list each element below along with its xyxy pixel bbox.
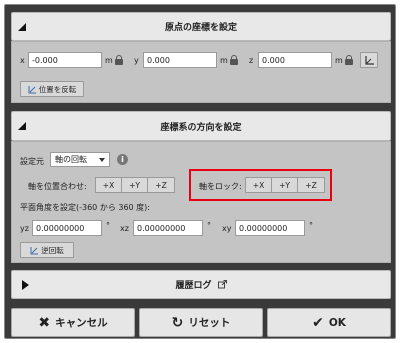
y-coordinate-input[interactable]: 0.000	[143, 52, 217, 68]
xz-angle-input[interactable]: 0.00000000	[133, 220, 203, 236]
info-icon[interactable]: i	[117, 154, 128, 165]
align-plus-x-button[interactable]: +X	[96, 178, 122, 192]
flip-position-button[interactable]: 位置を反転	[20, 81, 84, 97]
xz-degree-label: °	[207, 221, 211, 230]
orientation-panel-body: 設定元 軸の回転 i 軸を位置合わせ: +X +Y +Z 軸をロック: +X +…	[11, 141, 391, 263]
external-link-icon[interactable]	[217, 280, 227, 289]
z-label: z	[249, 56, 254, 65]
z-lock-icon[interactable]	[345, 55, 353, 65]
ok-button[interactable]: ✔ OK	[267, 308, 391, 337]
flip-position-label: 位置を反転	[38, 84, 77, 94]
reset-button-label: リセット	[188, 317, 231, 329]
xy-degree-label: °	[309, 221, 313, 230]
setting-source-value: 軸の回転	[55, 155, 87, 164]
align-plus-z-button[interactable]: +Z	[148, 178, 174, 192]
ok-button-label: OK	[328, 316, 346, 329]
y-lock-icon[interactable]	[230, 55, 238, 65]
orientation-panel-header[interactable]: 座標系の方向を設定	[11, 111, 391, 141]
align-axis-buttons: +X +Y +Z	[95, 177, 175, 193]
z-coordinate-input[interactable]: 0.000	[258, 52, 332, 68]
lock-plus-x-button[interactable]: +X	[246, 178, 272, 192]
z-unit-label: m	[335, 56, 343, 65]
orientation-panel-title: 座標系の方向を設定	[160, 122, 242, 133]
reverse-rotation-label: 逆回転	[41, 245, 64, 255]
expand-triangle-icon[interactable]	[22, 279, 29, 290]
yz-angle-input[interactable]: 0.00000000	[32, 220, 102, 236]
lock-plus-z-button[interactable]: +Z	[298, 178, 324, 192]
collapse-triangle-icon[interactable]	[18, 22, 26, 31]
x-coordinate-input[interactable]: -0.000	[28, 52, 102, 68]
yz-degree-label: °	[106, 221, 110, 230]
x-unit-label: m	[105, 56, 113, 65]
align-plus-y-button[interactable]: +Y	[122, 178, 148, 192]
checkmark-icon: ✔	[312, 314, 324, 331]
x-lock-icon[interactable]	[115, 55, 123, 65]
reverse-rotation-icon	[30, 246, 39, 254]
chevron-down-icon	[99, 158, 105, 162]
coordinate-system-dialog: 原点の座標を設定 x -0.000 m y 0.000 m z 0.000 m …	[4, 4, 396, 339]
xy-label: xy	[222, 224, 232, 233]
origin-panel-title: 原点の座標を設定	[164, 23, 237, 33]
history-panel-title: 履歴ログ	[175, 281, 212, 291]
axis-pick-icon	[364, 55, 374, 65]
origin-panel-header[interactable]: 原点の座標を設定	[11, 12, 391, 41]
close-icon: ✖	[38, 314, 51, 331]
reset-button[interactable]: ↻ リセット	[139, 308, 263, 337]
cancel-button[interactable]: ✖ キャンセル	[11, 308, 135, 337]
reset-icon: ↻	[171, 314, 184, 331]
collapse-triangle-icon[interactable]	[18, 122, 26, 130]
history-panel-header[interactable]: 履歴ログ	[11, 270, 391, 299]
axis-pick-button[interactable]	[360, 52, 378, 68]
lock-axis-label: 軸をロック:	[199, 182, 242, 191]
align-axis-label: 軸を位置合わせ:	[28, 182, 87, 191]
y-unit-label: m	[220, 56, 228, 65]
plane-angle-label: 平面角度を設定(-360 から 360 度):	[20, 203, 150, 212]
xy-angle-input[interactable]: 0.00000000	[235, 220, 305, 236]
flip-icon	[28, 85, 36, 93]
origin-panel-body: x -0.000 m y 0.000 m z 0.000 m 位置を反転	[11, 41, 391, 103]
y-label: y	[134, 56, 139, 65]
cancel-button-label: キャンセル	[55, 317, 108, 329]
yz-label: yz	[20, 224, 29, 233]
lock-axis-buttons: +X +Y +Z	[245, 177, 325, 193]
lock-plus-y-button[interactable]: +Y	[272, 178, 298, 192]
reverse-rotation-button[interactable]: 逆回転	[20, 242, 74, 258]
xz-label: xz	[120, 224, 129, 233]
setting-source-select[interactable]: 軸の回転	[50, 152, 110, 167]
x-label: x	[20, 56, 25, 65]
setting-source-label: 設定元	[20, 157, 44, 166]
